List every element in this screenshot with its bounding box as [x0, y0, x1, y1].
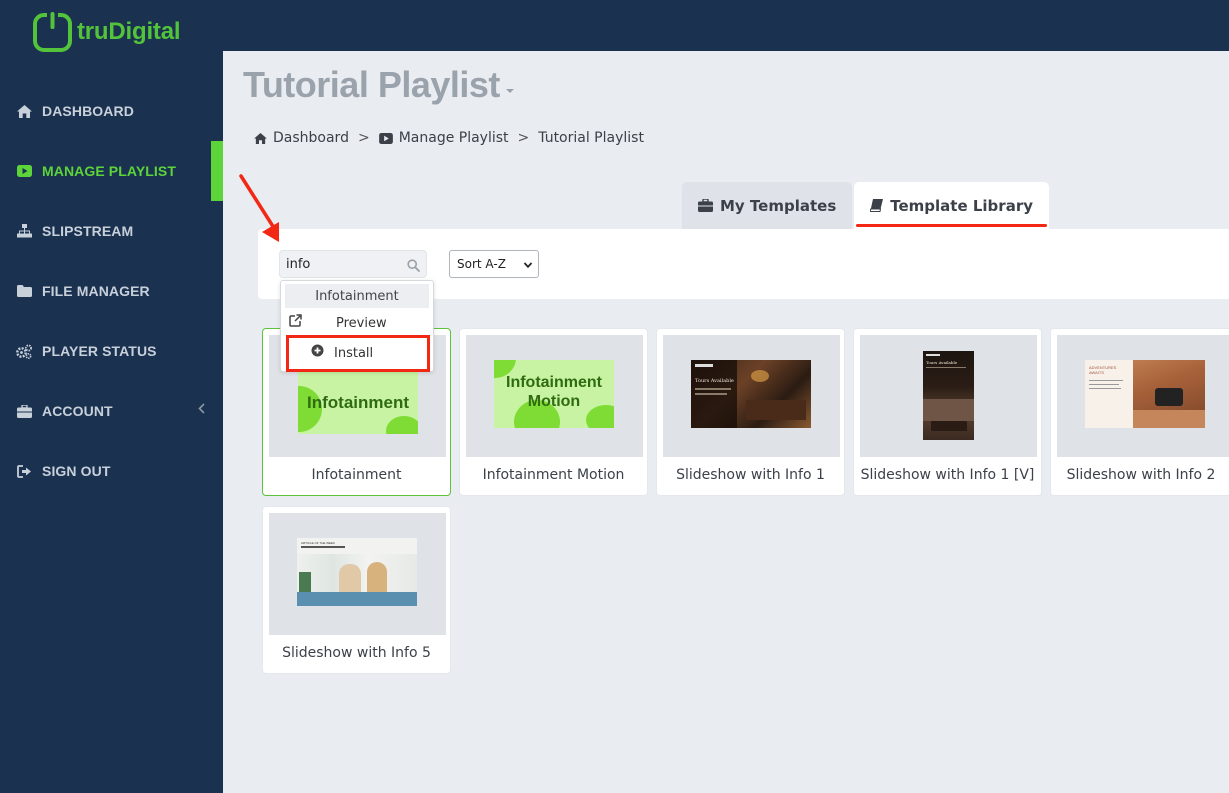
sidebar-item-label: FILE MANAGER	[42, 283, 150, 299]
template-card-title: Infotainment Motion	[482, 467, 625, 483]
template-card-slideshow-info-2[interactable]: ADVENTURES AWAITS Slideshow with Info 2	[1050, 328, 1229, 496]
sidebar-item-label: SIGN OUT	[42, 463, 111, 479]
sidebar-nav: DASHBOARD MANAGE PLAYLIST SLIPSTREAM FIL…	[0, 81, 223, 501]
template-thumbnail: ARTICLE OF THE WEEK	[269, 513, 446, 635]
breadcrumb-label: Manage Playlist	[398, 130, 509, 146]
template-card-slideshow-info-1-v[interactable]: Tours Available Slideshow with Info 1 [V…	[853, 328, 1042, 496]
breadcrumb-separator: >	[517, 130, 530, 146]
template-card-infotainment-motion[interactable]: Infotainment Motion Infotainment Motion	[459, 328, 648, 496]
sidebar-item-slipstream[interactable]: SLIPSTREAM	[0, 201, 223, 261]
menu-header: Infotainment	[285, 284, 429, 308]
breadcrumb-label: Dashboard	[273, 130, 349, 146]
preview-label: Preview	[336, 315, 387, 331]
sidebar-item-dashboard[interactable]: DASHBOARD	[0, 81, 223, 141]
page-title-text: Tutorial Playlist	[243, 64, 500, 105]
briefcase-icon	[16, 403, 32, 419]
play-icon	[378, 132, 393, 144]
search-icon[interactable]	[407, 257, 420, 276]
home-icon	[254, 132, 267, 144]
template-preview-text: ADVENTURES AWAITS	[1089, 365, 1117, 375]
template-preview-text: Motion	[527, 393, 581, 410]
template-card-title: Infotainment	[311, 467, 402, 483]
sidebar-item-account[interactable]: ACCOUNT	[0, 381, 223, 441]
template-thumbnail: Infotainment Motion	[466, 335, 643, 457]
template-preview-image: Infotainment Motion	[494, 360, 614, 428]
template-preview-text: Tours Available	[695, 378, 734, 384]
breadcrumb-dashboard[interactable]: Dashboard	[254, 130, 349, 146]
sidebar-item-label: ACCOUNT	[42, 403, 113, 419]
gears-icon	[16, 343, 32, 359]
breadcrumb-manage-playlist[interactable]: Manage Playlist	[378, 130, 509, 146]
sidebar-item-label: SLIPSTREAM	[42, 223, 134, 239]
caret-down-icon[interactable]	[505, 89, 514, 93]
breadcrumb-label: Tutorial Playlist	[538, 130, 644, 146]
breadcrumb: Dashboard > Manage Playlist > Tutorial P…	[254, 130, 644, 146]
template-preview-text: Tours Available	[926, 360, 958, 365]
home-icon	[16, 103, 32, 119]
brand-name: truDigital	[77, 18, 181, 45]
breadcrumb-current: Tutorial Playlist	[538, 130, 644, 146]
page-title[interactable]: Tutorial Playlist	[243, 64, 514, 106]
sidebar-item-sign-out[interactable]: SIGN OUT	[0, 441, 223, 501]
tab-label: Template Library	[890, 196, 1033, 215]
template-preview-image: Tours Available	[923, 351, 974, 440]
template-preview-image: ADVENTURES AWAITS	[1085, 360, 1205, 428]
sort-select[interactable]: Sort A-Z	[449, 250, 539, 278]
search-box	[279, 250, 427, 278]
template-preview-text: Infotainment	[307, 393, 409, 412]
tab-label: My Templates	[720, 196, 837, 215]
template-card-title: Slideshow with Info 1 [V]	[860, 467, 1035, 483]
template-card-slideshow-info-5[interactable]: ARTICLE OF THE WEEK Slideshow with Info …	[262, 506, 451, 674]
template-thumbnail: Tours Available	[860, 335, 1037, 457]
tab-my-templates[interactable]: My Templates	[682, 182, 853, 229]
template-card-title: Slideshow with Info 5	[282, 645, 431, 661]
template-card-title: Slideshow with Info 2	[1066, 467, 1216, 483]
play-icon	[16, 163, 32, 179]
external-link-icon	[289, 314, 302, 327]
sidebar-item-manage-playlist[interactable]: MANAGE PLAYLIST	[0, 141, 223, 201]
tab-template-library[interactable]: Template Library	[854, 182, 1049, 229]
brand-logo[interactable]: truDigital	[33, 12, 181, 52]
sort-select-value: Sort A-Z	[457, 257, 506, 271]
sitemap-icon	[16, 223, 32, 239]
chevron-down-icon	[523, 259, 533, 273]
template-thumbnail: Tours Available	[663, 335, 840, 457]
sign-out-icon	[16, 463, 32, 479]
folder-icon	[16, 283, 32, 299]
sidebar-item-label: PLAYER STATUS	[42, 343, 157, 359]
breadcrumb-separator: >	[357, 130, 370, 146]
template-card-slideshow-info-1[interactable]: Tours Available Slideshow with Info 1	[656, 328, 845, 496]
sidebar: truDigital DASHBOARD MANAGE PLAYLIST SLI…	[0, 0, 223, 793]
sidebar-item-file-manager[interactable]: FILE MANAGER	[0, 261, 223, 321]
sidebar-item-label: MANAGE PLAYLIST	[42, 163, 176, 179]
top-bar	[223, 0, 1229, 51]
template-thumbnail: ADVENTURES AWAITS	[1057, 335, 1229, 457]
template-preview-image: ARTICLE OF THE WEEK	[297, 538, 417, 606]
book-icon	[870, 199, 884, 212]
preview-menu-item[interactable]: Preview	[289, 314, 387, 332]
template-preview-text: ARTICLE OF THE WEEK	[301, 541, 336, 545]
sidebar-item-player-status[interactable]: PLAYER STATUS	[0, 321, 223, 381]
annotation-arrow-icon	[236, 170, 286, 254]
template-preview-image: Tours Available	[691, 360, 811, 428]
power-logo-icon	[33, 12, 73, 52]
template-card-title: Slideshow with Info 1	[676, 467, 825, 483]
briefcase-icon	[698, 199, 713, 212]
template-tabs: My Templates Template Library	[682, 182, 1051, 229]
search-input[interactable]	[280, 251, 400, 277]
chevron-left-icon[interactable]	[198, 403, 205, 418]
template-preview-text: Infotainment	[506, 374, 602, 391]
sidebar-item-label: DASHBOARD	[42, 103, 134, 119]
install-highlight-box	[286, 335, 430, 372]
